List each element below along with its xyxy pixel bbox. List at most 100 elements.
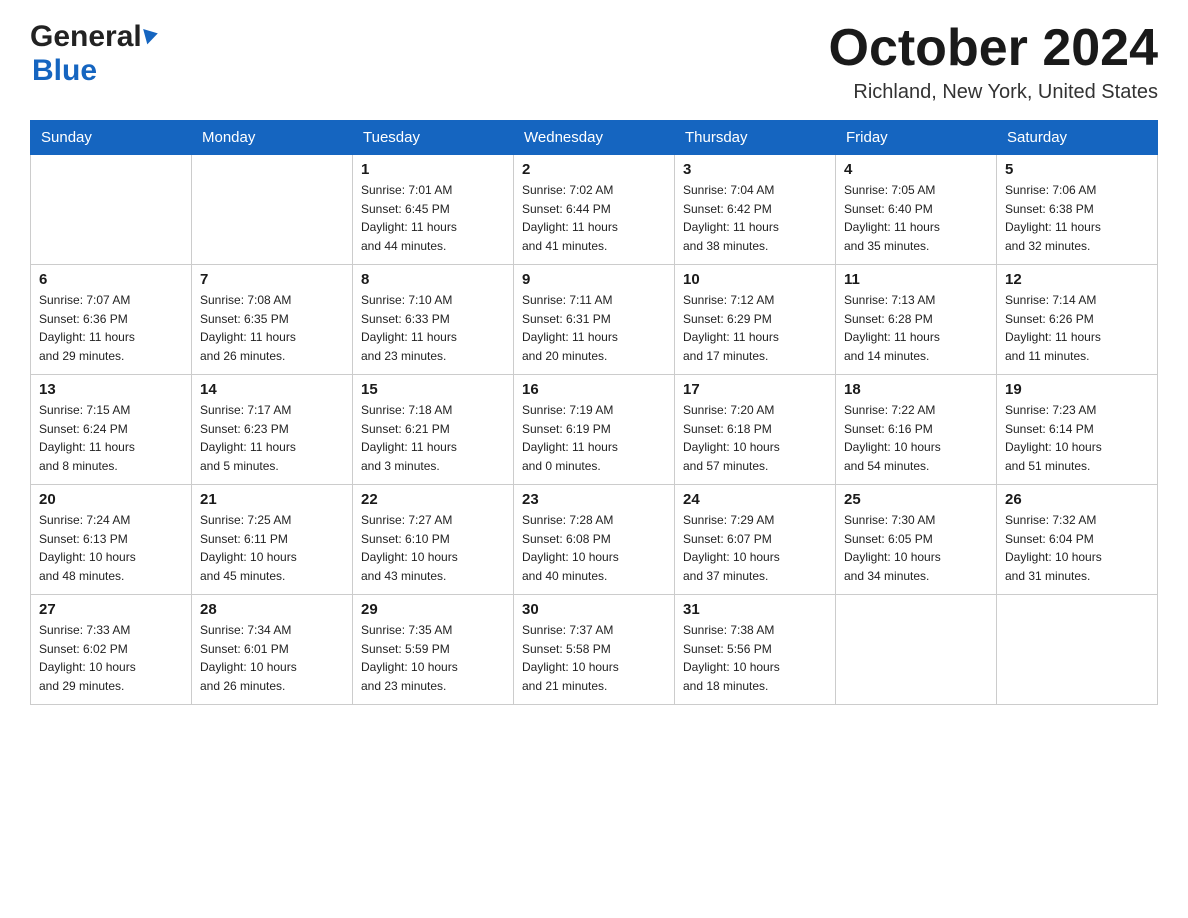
day-number: 13	[39, 381, 183, 398]
day-info: Sunrise: 7:12 AM Sunset: 6:29 PM Dayligh…	[683, 291, 827, 365]
calendar-cell: 6 Sunrise: 7:07 AM Sunset: 6:36 PM Daylig…	[31, 265, 192, 375]
logo-blue-text: Blue	[32, 54, 97, 88]
day-number: 26	[1005, 491, 1149, 508]
calendar-cell: 2Sunrise: 7:02 AM Sunset: 6:44 PM Daylig…	[514, 155, 675, 265]
day-number: 11	[844, 271, 988, 288]
day-number: 16	[522, 381, 666, 398]
calendar-week-row: 27 Sunrise: 7:33 AM Sunset: 6:02 PM Dayli…	[31, 595, 1158, 705]
day-info: Sunrise: 7:22 AM Sunset: 6:16 PM Dayligh…	[844, 401, 988, 475]
calendar-cell: 4 Sunrise: 7:05 AM Sunset: 6:40 PM Daylig…	[836, 155, 997, 265]
day-info: Sunrise: 7:19 AM Sunset: 6:19 PM Dayligh…	[522, 401, 666, 475]
day-info: Sunrise: 7:11 AM Sunset: 6:31 PM Dayligh…	[522, 291, 666, 365]
day-info: Sunrise: 7:04 AM Sunset: 6:42 PM Dayligh…	[683, 181, 827, 255]
calendar-cell: 31 Sunrise: 7:38 AM Sunset: 5:56 PM Dayli…	[675, 595, 836, 705]
calendar-cell	[997, 595, 1158, 705]
calendar-cell: 10 Sunrise: 7:12 AM Sunset: 6:29 PM Dayli…	[675, 265, 836, 375]
day-number: 19	[1005, 381, 1149, 398]
calendar-week-row: 13 Sunrise: 7:15 AM Sunset: 6:24 PM Dayli…	[31, 375, 1158, 485]
month-title: October 2024	[829, 20, 1159, 77]
day-info: Sunrise: 7:27 AM Sunset: 6:10 PM Dayligh…	[361, 511, 505, 585]
calendar-week-row: 6 Sunrise: 7:07 AM Sunset: 6:36 PM Daylig…	[31, 265, 1158, 375]
day-info: Sunrise: 7:02 AM Sunset: 6:44 PM Dayligh…	[522, 181, 666, 255]
location-subtitle: Richland, New York, United States	[829, 81, 1159, 104]
day-info: Sunrise: 7:08 AM Sunset: 6:35 PM Dayligh…	[200, 291, 344, 365]
day-info: Sunrise: 7:06 AM Sunset: 6:38 PM Dayligh…	[1005, 181, 1149, 255]
day-info: Sunrise: 7:18 AM Sunset: 6:21 PM Dayligh…	[361, 401, 505, 475]
day-info: Sunrise: 7:30 AM Sunset: 6:05 PM Dayligh…	[844, 511, 988, 585]
calendar-cell: 18 Sunrise: 7:22 AM Sunset: 6:16 PM Dayli…	[836, 375, 997, 485]
day-number: 28	[200, 601, 344, 618]
calendar-cell: 28 Sunrise: 7:34 AM Sunset: 6:01 PM Dayli…	[192, 595, 353, 705]
day-info: Sunrise: 7:37 AM Sunset: 5:58 PM Dayligh…	[522, 621, 666, 695]
day-info: Sunrise: 7:15 AM Sunset: 6:24 PM Dayligh…	[39, 401, 183, 475]
calendar-week-row: 20 Sunrise: 7:24 AM Sunset: 6:13 PM Dayli…	[31, 485, 1158, 595]
day-number: 21	[200, 491, 344, 508]
calendar-cell	[836, 595, 997, 705]
day-info: Sunrise: 7:29 AM Sunset: 6:07 PM Dayligh…	[683, 511, 827, 585]
day-info: Sunrise: 7:23 AM Sunset: 6:14 PM Dayligh…	[1005, 401, 1149, 475]
calendar-cell: 17Sunrise: 7:20 AM Sunset: 6:18 PM Dayli…	[675, 375, 836, 485]
day-number: 15	[361, 381, 505, 398]
col-tuesday: Tuesday	[353, 121, 514, 155]
day-number: 10	[683, 271, 827, 288]
calendar-cell: 25Sunrise: 7:30 AM Sunset: 6:05 PM Dayli…	[836, 485, 997, 595]
day-number: 6	[39, 271, 183, 288]
day-info: Sunrise: 7:20 AM Sunset: 6:18 PM Dayligh…	[683, 401, 827, 475]
day-info: Sunrise: 7:01 AM Sunset: 6:45 PM Dayligh…	[361, 181, 505, 255]
day-info: Sunrise: 7:10 AM Sunset: 6:33 PM Dayligh…	[361, 291, 505, 365]
calendar-cell: 30 Sunrise: 7:37 AM Sunset: 5:58 PM Dayli…	[514, 595, 675, 705]
day-info: Sunrise: 7:33 AM Sunset: 6:02 PM Dayligh…	[39, 621, 183, 695]
calendar-header-row: Sunday Monday Tuesday Wednesday Thursday…	[31, 121, 1158, 155]
day-info: Sunrise: 7:38 AM Sunset: 5:56 PM Dayligh…	[683, 621, 827, 695]
logo-chevron-icon	[143, 26, 160, 45]
day-number: 12	[1005, 271, 1149, 288]
day-info: Sunrise: 7:13 AM Sunset: 6:28 PM Dayligh…	[844, 291, 988, 365]
calendar-cell: 15 Sunrise: 7:18 AM Sunset: 6:21 PM Dayli…	[353, 375, 514, 485]
day-number: 31	[683, 601, 827, 618]
calendar-cell: 22Sunrise: 7:27 AM Sunset: 6:10 PM Dayli…	[353, 485, 514, 595]
title-area: October 2024 Richland, New York, United …	[829, 20, 1159, 104]
day-number: 18	[844, 381, 988, 398]
calendar-cell: 27 Sunrise: 7:33 AM Sunset: 6:02 PM Dayli…	[31, 595, 192, 705]
col-sunday: Sunday	[31, 121, 192, 155]
day-number: 9	[522, 271, 666, 288]
day-info: Sunrise: 7:14 AM Sunset: 6:26 PM Dayligh…	[1005, 291, 1149, 365]
day-number: 24	[683, 491, 827, 508]
calendar-cell: 26 Sunrise: 7:32 AM Sunset: 6:04 PM Dayli…	[997, 485, 1158, 595]
col-saturday: Saturday	[997, 121, 1158, 155]
calendar-cell: 20 Sunrise: 7:24 AM Sunset: 6:13 PM Dayli…	[31, 485, 192, 595]
calendar-cell	[192, 155, 353, 265]
col-monday: Monday	[192, 121, 353, 155]
day-number: 5	[1005, 161, 1149, 178]
calendar-cell: 16 Sunrise: 7:19 AM Sunset: 6:19 PM Dayli…	[514, 375, 675, 485]
calendar-cell: 23Sunrise: 7:28 AM Sunset: 6:08 PM Dayli…	[514, 485, 675, 595]
day-number: 3	[683, 161, 827, 178]
day-number: 7	[200, 271, 344, 288]
calendar-cell: 12 Sunrise: 7:14 AM Sunset: 6:26 PM Dayli…	[997, 265, 1158, 375]
logo-general-text: General	[30, 20, 142, 54]
day-info: Sunrise: 7:07 AM Sunset: 6:36 PM Dayligh…	[39, 291, 183, 365]
day-number: 14	[200, 381, 344, 398]
day-number: 23	[522, 491, 666, 508]
calendar-table: Sunday Monday Tuesday Wednesday Thursday…	[30, 120, 1158, 705]
calendar-week-row: 1 Sunrise: 7:01 AM Sunset: 6:45 PM Daylig…	[31, 155, 1158, 265]
calendar-cell: 13 Sunrise: 7:15 AM Sunset: 6:24 PM Dayli…	[31, 375, 192, 485]
logo: General Blue	[30, 20, 158, 88]
day-number: 30	[522, 601, 666, 618]
calendar-cell: 21Sunrise: 7:25 AM Sunset: 6:11 PM Dayli…	[192, 485, 353, 595]
day-info: Sunrise: 7:34 AM Sunset: 6:01 PM Dayligh…	[200, 621, 344, 695]
day-number: 1	[361, 161, 505, 178]
day-info: Sunrise: 7:35 AM Sunset: 5:59 PM Dayligh…	[361, 621, 505, 695]
day-info: Sunrise: 7:32 AM Sunset: 6:04 PM Dayligh…	[1005, 511, 1149, 585]
day-info: Sunrise: 7:24 AM Sunset: 6:13 PM Dayligh…	[39, 511, 183, 585]
day-number: 4	[844, 161, 988, 178]
calendar-cell	[31, 155, 192, 265]
day-number: 8	[361, 271, 505, 288]
calendar-cell: 7 Sunrise: 7:08 AM Sunset: 6:35 PM Daylig…	[192, 265, 353, 375]
day-number: 20	[39, 491, 183, 508]
day-number: 27	[39, 601, 183, 618]
day-number: 29	[361, 601, 505, 618]
day-info: Sunrise: 7:05 AM Sunset: 6:40 PM Dayligh…	[844, 181, 988, 255]
calendar-cell: 5 Sunrise: 7:06 AM Sunset: 6:38 PM Daylig…	[997, 155, 1158, 265]
calendar-cell: 9 Sunrise: 7:11 AM Sunset: 6:31 PM Daylig…	[514, 265, 675, 375]
